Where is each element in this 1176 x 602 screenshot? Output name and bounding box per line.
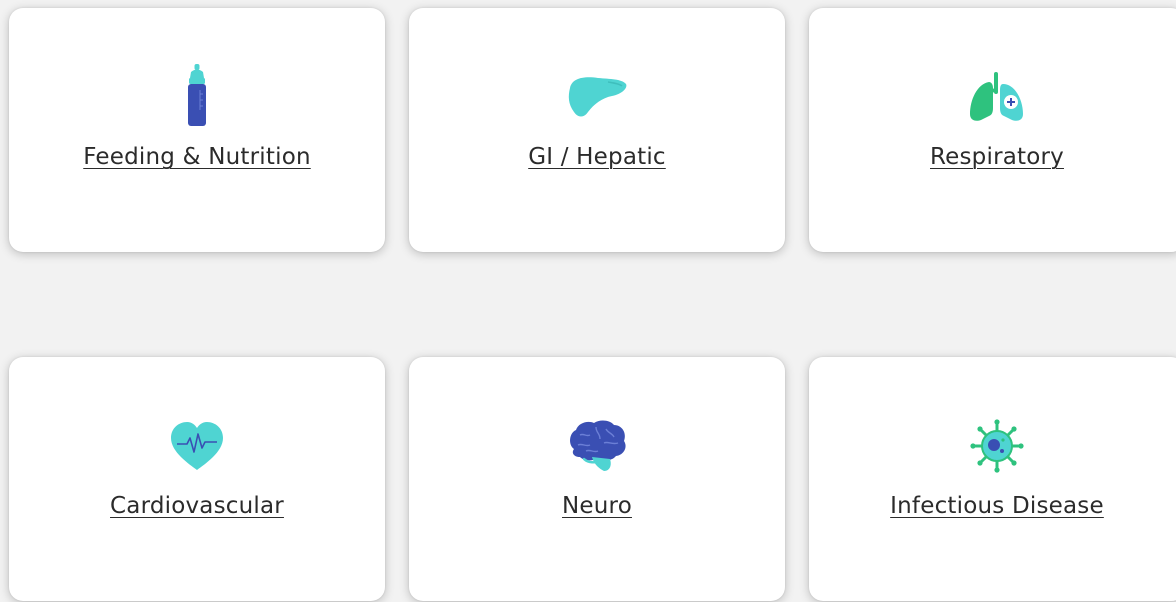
category-card-infectious-disease[interactable]: Infectious Disease [809,357,1176,601]
category-card-gi-hepatic[interactable]: GI / Hepatic [409,8,785,252]
category-card-respiratory[interactable]: Respiratory [809,8,1176,252]
category-card-cardiovascular[interactable]: Cardiovascular [9,357,385,601]
category-label: Cardiovascular [110,493,284,519]
category-label: Infectious Disease [890,493,1104,519]
lungs-icon [962,64,1032,130]
brain-icon [562,413,632,479]
baby-bottle-icon [162,64,232,130]
heart-pulse-icon [162,413,232,479]
liver-icon [562,64,632,130]
category-label: Feeding & Nutrition [83,144,311,170]
category-label: Respiratory [930,144,1064,170]
virus-icon [962,413,1032,479]
category-label: GI / Hepatic [528,144,666,170]
category-card-neuro[interactable]: Neuro [409,357,785,601]
category-card-feeding-nutrition[interactable]: Feeding & Nutrition [9,8,385,252]
category-label: Neuro [562,493,632,519]
category-grid: Feeding & Nutrition GI / Hepatic Respira… [0,0,1176,602]
